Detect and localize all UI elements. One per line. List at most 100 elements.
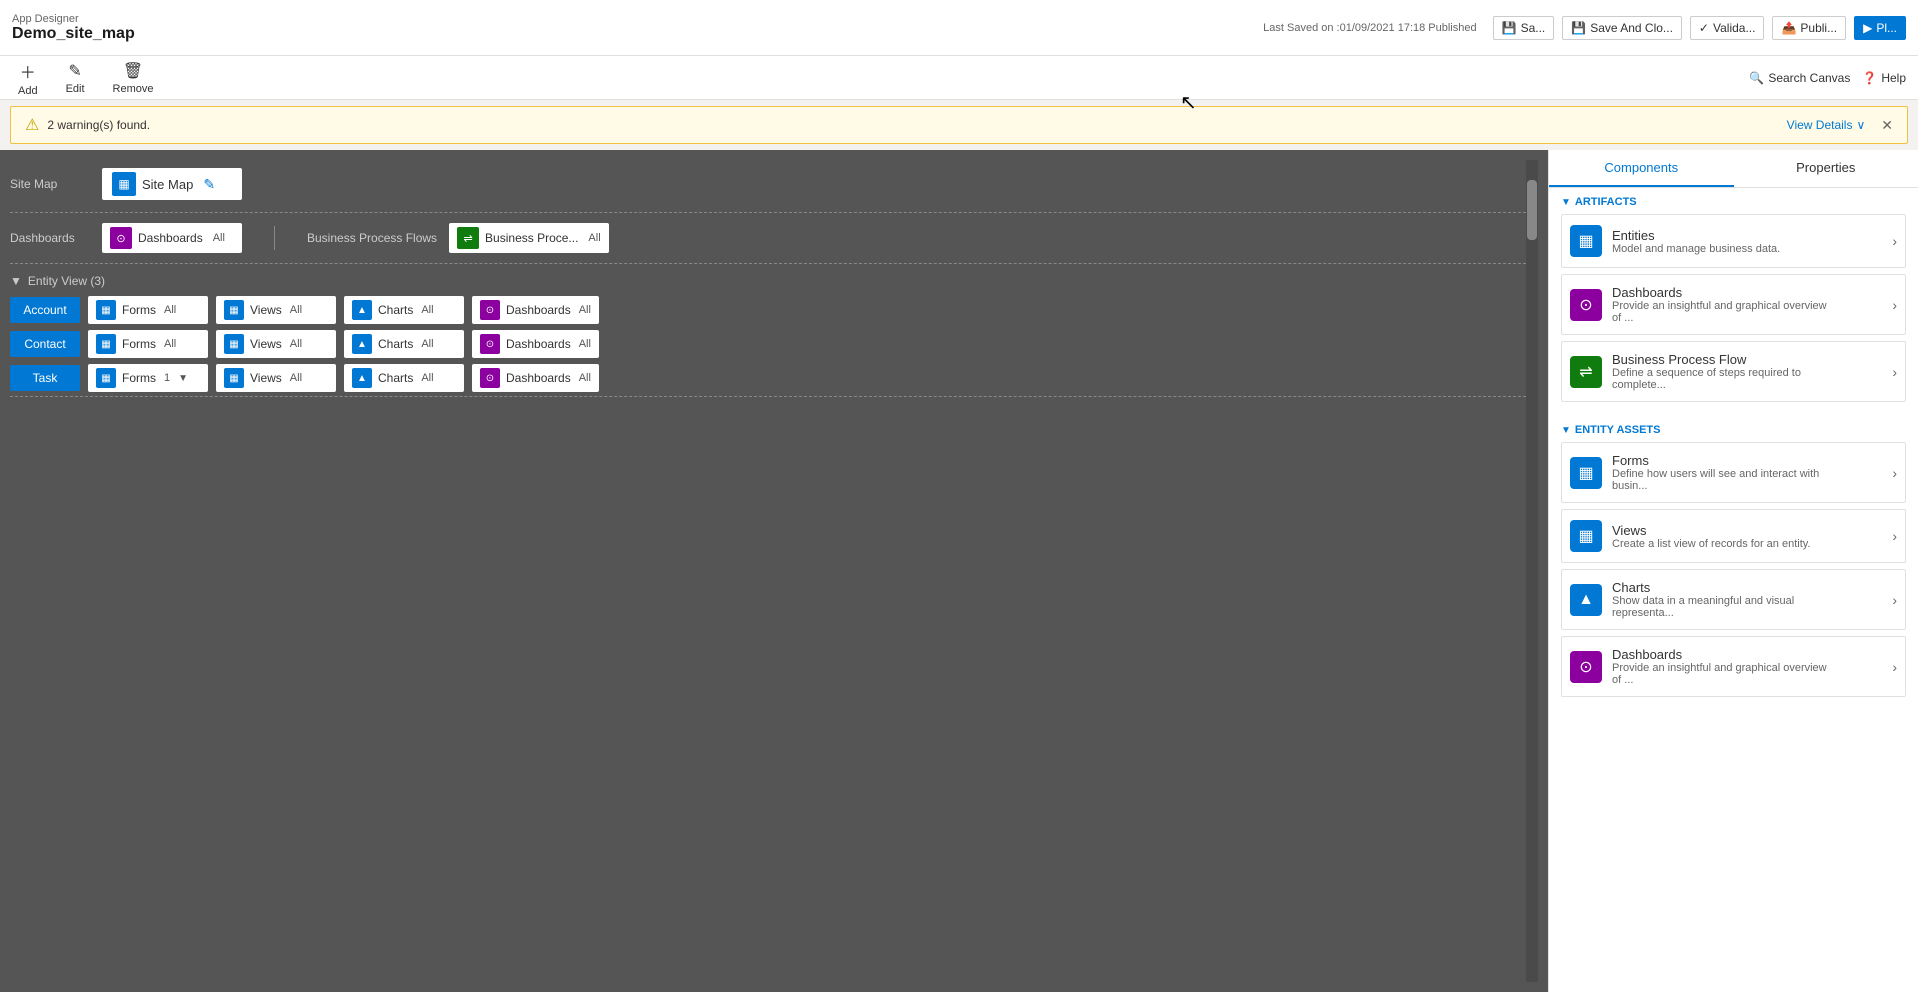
separator-2	[10, 263, 1526, 264]
entity-row-contact: Contact ▦ Forms All ▦ Views All	[10, 330, 1526, 358]
bpf-card[interactable]: ⇌ Business Proce... All	[449, 223, 609, 253]
views-component-item[interactable]: ▦ Views Create a list view of records fo…	[1561, 509, 1906, 563]
charts-component-item[interactable]: ▲ Charts Show data in a meaningful and v…	[1561, 569, 1906, 630]
add-button[interactable]: ＋ Add	[12, 57, 44, 99]
dashboards-item-text: Dashboards Provide an insightful and gra…	[1612, 285, 1832, 324]
views-item-left: ▦ Views Create a list view of records fo…	[1570, 520, 1811, 552]
view-details-button[interactable]: View Details ∨	[1787, 118, 1866, 132]
charts-title: Charts	[1612, 580, 1832, 595]
dashboards-card[interactable]: ⊙ Dashboards All	[102, 223, 242, 253]
forms-desc: Define how users will see and interact w…	[1612, 468, 1832, 492]
dashboards-label: Dashboards	[10, 231, 90, 245]
toolbar-right: 🔍 Search Canvas ❓ Help	[1749, 71, 1906, 85]
task-dashboards-card[interactable]: ⊙ Dashboards All	[472, 364, 599, 392]
task-button[interactable]: Task	[10, 365, 80, 391]
contact-button[interactable]: Contact	[10, 331, 80, 357]
tab-properties[interactable]: Properties	[1734, 150, 1918, 187]
bpf-item-icon: ⇌	[1570, 356, 1602, 388]
remove-icon: 🗑	[123, 61, 143, 81]
canvas: Site Map ▦ Site Map ✎ Dashboards ⊙ Dashb…	[0, 150, 1548, 992]
save-and-close-button[interactable]: 💾 Save And Clo...	[1562, 16, 1682, 40]
dashboards2-item-left: ⊙ Dashboards Provide an insightful and g…	[1570, 647, 1832, 686]
task-charts-card[interactable]: ▲ Charts All	[344, 364, 464, 392]
chevron-down-icon: ∨	[1856, 118, 1865, 132]
task-forms-dropdown-icon[interactable]: ▼	[178, 373, 188, 384]
canvas-wrapper: Site Map ▦ Site Map ✎ Dashboards ⊙ Dashb…	[10, 160, 1538, 982]
header-left: App Designer Demo_site_map	[12, 13, 135, 43]
play-icon: ▶	[1863, 21, 1872, 35]
dashboards2-component-item[interactable]: ⊙ Dashboards Provide an insightful and g…	[1561, 636, 1906, 697]
contact-charts-card[interactable]: ▲ Charts All	[344, 330, 464, 358]
save-button[interactable]: 💾 Sa...	[1493, 16, 1555, 40]
charts-item-text: Charts Show data in a meaningful and vis…	[1612, 580, 1832, 619]
edit-button[interactable]: ✎ Edit	[60, 59, 91, 97]
contact-dashboards-icon: ⊙	[480, 334, 500, 354]
entity-assets-chevron-icon[interactable]: ▼	[1561, 425, 1571, 436]
bpf-item-left: ⇌ Business Process Flow Define a sequenc…	[1570, 352, 1832, 391]
task-charts-icon: ▲	[352, 368, 372, 388]
account-dashboards-card[interactable]: ⊙ Dashboards All	[472, 296, 599, 324]
tab-components[interactable]: Components	[1549, 150, 1734, 187]
save-close-icon: 💾	[1571, 21, 1586, 35]
bpf-badge: All	[588, 232, 600, 244]
dashboards2-chevron-icon: ›	[1892, 659, 1897, 675]
views-title: Views	[1612, 523, 1811, 538]
contact-views-icon: ▦	[224, 334, 244, 354]
account-button[interactable]: Account	[10, 297, 80, 323]
bpf-card-name: Business Proce...	[485, 231, 578, 245]
toolbar: ＋ Add ✎ Edit 🗑 Remove 🔍 Search Canvas ❓ …	[0, 56, 1918, 100]
bpf-separator	[274, 226, 275, 250]
entities-item-left: ▦ Entities Model and manage business dat…	[1570, 225, 1780, 257]
play-button[interactable]: ▶ Pl...	[1854, 16, 1906, 40]
task-forms-card[interactable]: ▦ Forms 1 ▼	[88, 364, 208, 392]
search-canvas-button[interactable]: 🔍 Search Canvas	[1749, 71, 1850, 85]
remove-button[interactable]: 🗑 Remove	[107, 59, 160, 97]
charts-desc: Show data in a meaningful and visual rep…	[1612, 595, 1832, 619]
warning-close-button[interactable]: ✕	[1881, 117, 1893, 134]
contact-views-card[interactable]: ▦ Views All	[216, 330, 336, 358]
site-map-label: Site Map	[10, 177, 90, 191]
entities-component-item[interactable]: ▦ Entities Model and manage business dat…	[1561, 214, 1906, 268]
views-desc: Create a list view of records for an ent…	[1612, 538, 1811, 550]
artifacts-chevron-icon[interactable]: ▼	[1561, 197, 1571, 208]
bpf-component-item[interactable]: ⇌ Business Process Flow Define a sequenc…	[1561, 341, 1906, 402]
account-charts-card[interactable]: ▲ Charts All	[344, 296, 464, 324]
last-saved-text: Last Saved on :01/09/2021 17:18 Publishe…	[1263, 22, 1476, 34]
forms-component-item[interactable]: ▦ Forms Define how users will see and in…	[1561, 442, 1906, 503]
separator-1	[10, 212, 1526, 213]
bpf-chevron-icon: ›	[1892, 364, 1897, 380]
charts-item-icon: ▲	[1570, 584, 1602, 616]
help-icon: ❓	[1862, 71, 1877, 85]
charts-chevron-icon: ›	[1892, 592, 1897, 608]
validate-button[interactable]: ✓ Valida...	[1690, 16, 1765, 40]
site-map-card[interactable]: ▦ Site Map ✎	[102, 168, 242, 200]
views-icon: ▦	[224, 300, 244, 320]
entity-section: ▼ Entity View (3) Account ▦ Forms	[10, 270, 1526, 392]
contact-forms-card[interactable]: ▦ Forms All	[88, 330, 208, 358]
publish-button[interactable]: 📤 Publi...	[1772, 16, 1846, 40]
artifacts-section-title: ▼ ARTIFACTS	[1561, 196, 1906, 208]
site-map-row: Site Map ▦ Site Map ✎	[10, 160, 1526, 208]
entity-rows: Account ▦ Forms All ▦ Views All	[10, 296, 1526, 392]
entity-assets-section: ▼ ENTITY ASSETS ▦ Forms Define how users…	[1549, 416, 1918, 711]
dashboards-title: Dashboards	[1612, 285, 1832, 300]
entity-header: ▼ Entity View (3)	[10, 270, 1526, 292]
canvas-scrollbar[interactable]	[1526, 160, 1538, 982]
dashboards2-icon: ⊙	[480, 300, 500, 320]
entity-row-account: Account ▦ Forms All ▦ Views All	[10, 296, 1526, 324]
forms-icon: ▦	[96, 300, 116, 320]
dashboards-item-left: ⊙ Dashboards Provide an insightful and g…	[1570, 285, 1832, 324]
account-forms-card[interactable]: ▦ Forms All	[88, 296, 208, 324]
contact-charts-icon: ▲	[352, 334, 372, 354]
canvas-scrollbar-thumb[interactable]	[1527, 180, 1537, 240]
header: App Designer Demo_site_map Last Saved on…	[0, 0, 1918, 56]
pencil-icon[interactable]: ✎	[203, 176, 215, 193]
entities-desc: Model and manage business data.	[1612, 243, 1780, 255]
entities-title: Entities	[1612, 228, 1780, 243]
help-button[interactable]: ❓ Help	[1862, 71, 1906, 85]
dashboards-component-item[interactable]: ⊙ Dashboards Provide an insightful and g…	[1561, 274, 1906, 335]
contact-dashboards-card[interactable]: ⊙ Dashboards All	[472, 330, 599, 358]
task-views-card[interactable]: ▦ Views All	[216, 364, 336, 392]
publish-icon: 📤	[1781, 21, 1796, 35]
account-views-card[interactable]: ▦ Views All	[216, 296, 336, 324]
